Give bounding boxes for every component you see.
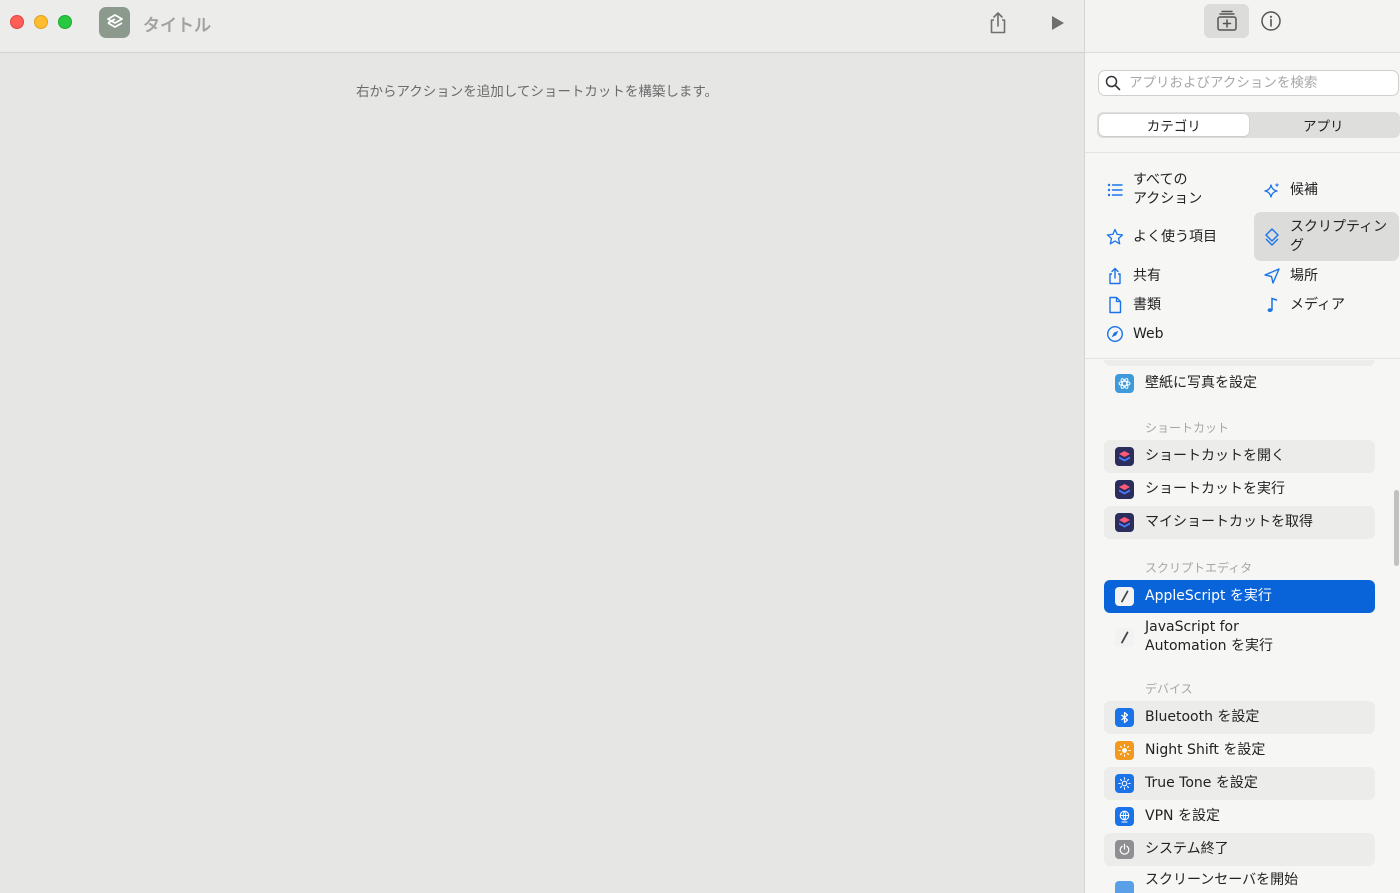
- shortcuts-app-icon: [1115, 447, 1134, 466]
- category-label: すべての アクション: [1133, 172, 1203, 207]
- share-icon: [1105, 266, 1125, 286]
- action-label: マイショートカットを取得: [1145, 514, 1313, 530]
- category-scripting[interactable]: スクリプティン グ: [1254, 212, 1399, 261]
- tab-apps[interactable]: アプリ: [1249, 114, 1399, 136]
- action-list-scrollbar[interactable]: [1394, 490, 1399, 566]
- action-open-shortcut[interactable]: ショートカットを開く: [1104, 440, 1375, 473]
- sparkle-icon: [1262, 180, 1282, 200]
- document-icon: [1105, 295, 1125, 315]
- screensaver-icon: [1115, 881, 1134, 893]
- action-search-field[interactable]: [1098, 70, 1399, 96]
- category-documents[interactable]: 書類: [1105, 294, 1161, 316]
- search-icon: [1105, 75, 1121, 91]
- category-label: 書類: [1133, 296, 1161, 313]
- category-label: メディア: [1290, 296, 1346, 313]
- night-shift-icon: [1115, 741, 1134, 760]
- action-library-sidebar: カテゴリ アプリ すべての アクション 候補 よく使う項目 スクリプティン グ …: [1084, 0, 1400, 893]
- category-label: スクリプティン グ: [1290, 218, 1388, 254]
- action-list[interactable]: 壁紙に写真を設定 ショートカット ショートカットを開く ショートカットを実行 マ…: [1085, 360, 1400, 893]
- action-label: 壁紙に写真を設定: [1145, 375, 1257, 391]
- library-add-icon: [1216, 10, 1237, 31]
- category-label: 共有: [1133, 267, 1161, 284]
- action-set-vpn[interactable]: VPN を設定: [1104, 800, 1375, 833]
- action-label: ショートカットを実行: [1145, 481, 1285, 497]
- category-label: 場所: [1290, 267, 1318, 284]
- category-web[interactable]: Web: [1105, 323, 1164, 345]
- category-favorites[interactable]: よく使う項目: [1105, 226, 1217, 248]
- action-set-wallpaper[interactable]: 壁紙に写真を設定: [1104, 367, 1375, 400]
- sidebar-toolbar: [1085, 0, 1400, 53]
- tab-categories[interactable]: カテゴリ: [1099, 114, 1249, 136]
- action-set-bluetooth[interactable]: Bluetooth を設定: [1104, 701, 1375, 734]
- action-label: AppleScript を実行: [1145, 588, 1272, 604]
- category-suggestions[interactable]: 候補: [1262, 179, 1318, 201]
- share-button[interactable]: [983, 8, 1013, 38]
- action-run-applescript[interactable]: AppleScript を実行: [1104, 580, 1375, 613]
- category-media[interactable]: メディア: [1262, 294, 1345, 316]
- action-label: True Tone を設定: [1145, 775, 1258, 791]
- window-title[interactable]: タイトル: [143, 11, 211, 36]
- play-icon: [1052, 16, 1064, 30]
- script-editor-icon: [1115, 587, 1134, 606]
- action-label: システム終了: [1145, 841, 1229, 857]
- music-note-icon: [1262, 295, 1282, 315]
- vpn-globe-icon: [1115, 807, 1134, 826]
- action-start-screensaver[interactable]: スクリーンセーバを開始: [1104, 866, 1375, 893]
- library-segmented-control: カテゴリ アプリ: [1097, 112, 1400, 138]
- action-label: ショートカットを開く: [1145, 448, 1285, 464]
- shortcuts-app-icon: [1115, 513, 1134, 532]
- scripting-icon: [1262, 227, 1282, 247]
- zoom-window-button[interactable]: [58, 15, 72, 29]
- location-arrow-icon: [1262, 266, 1282, 286]
- action-set-true-tone[interactable]: True Tone を設定: [1104, 767, 1375, 800]
- star-icon: [1105, 227, 1125, 247]
- action-label: スクリーンセーバを開始: [1145, 872, 1299, 888]
- category-all-actions[interactable]: すべての アクション: [1105, 170, 1202, 210]
- info-icon: [1261, 11, 1281, 31]
- shortcut-app-icon[interactable]: [99, 7, 130, 38]
- section-header-devices: デバイス: [1145, 682, 1193, 696]
- compass-icon: [1105, 324, 1125, 344]
- action-set-night-shift[interactable]: Night Shift を設定: [1104, 734, 1375, 767]
- action-get-my-shortcuts[interactable]: マイショートカットを取得: [1104, 506, 1375, 539]
- action-shutdown[interactable]: システム終了: [1104, 833, 1375, 866]
- shortcuts-app-icon: [1115, 480, 1134, 499]
- title-bar: タイトル: [0, 0, 1084, 53]
- close-window-button[interactable]: [10, 15, 24, 29]
- category-sharing[interactable]: 共有: [1105, 265, 1161, 287]
- category-label: よく使う項目: [1133, 228, 1217, 245]
- section-header-shortcuts: ショートカット: [1145, 421, 1230, 435]
- action-label: Bluetooth を設定: [1145, 709, 1260, 725]
- action-library-button[interactable]: [1204, 4, 1249, 38]
- category-label: Web: [1133, 325, 1164, 342]
- script-editor-icon: [1115, 627, 1134, 647]
- share-icon: [990, 12, 1006, 34]
- power-icon: [1115, 840, 1134, 859]
- info-button[interactable]: [1258, 8, 1284, 34]
- list-item[interactable]: [1104, 360, 1375, 366]
- shortcut-editor[interactable]: 右からアクションを追加してショートカットを構築します。: [0, 54, 1084, 893]
- action-run-jxa[interactable]: JavaScript for Automation を実行: [1104, 614, 1375, 660]
- bluetooth-icon: [1115, 708, 1134, 727]
- minimize-window-button[interactable]: [34, 15, 48, 29]
- category-label: 候補: [1290, 181, 1318, 198]
- section-header-script-editor: スクリプトエディタ: [1145, 561, 1253, 575]
- action-run-shortcut[interactable]: ショートカットを実行: [1104, 473, 1375, 506]
- run-button[interactable]: [1042, 8, 1072, 38]
- category-location[interactable]: 場所: [1262, 265, 1318, 287]
- action-label: VPN を設定: [1145, 808, 1220, 824]
- category-grid: すべての アクション 候補 よく使う項目 スクリプティン グ 共有 場所 書類: [1085, 152, 1400, 359]
- action-label: Night Shift を設定: [1145, 742, 1266, 758]
- wallpaper-icon: [1115, 374, 1134, 393]
- empty-editor-hint: 右からアクションを追加してショートカットを構築します。: [355, 84, 719, 100]
- list-icon: [1105, 180, 1125, 200]
- true-tone-icon: [1115, 774, 1134, 793]
- action-label: JavaScript for Automation を実行: [1145, 619, 1273, 654]
- search-input[interactable]: [1129, 75, 1389, 91]
